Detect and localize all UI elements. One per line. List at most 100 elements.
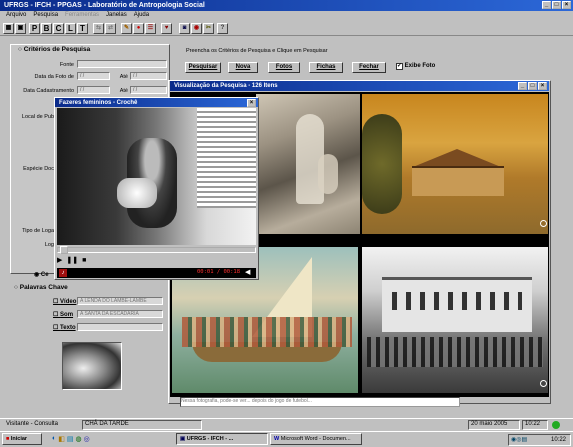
toolbar-tool-icon[interactable]: ✂ bbox=[203, 23, 214, 34]
video-seekbar[interactable] bbox=[57, 247, 256, 253]
pause-icon[interactable]: ❚❚ bbox=[66, 256, 78, 265]
toolbar-b-button[interactable]: B bbox=[41, 23, 52, 34]
task-word[interactable]: W Microsoft Word - Documen... bbox=[270, 433, 362, 445]
viewer-close-icon[interactable]: × bbox=[538, 82, 547, 90]
toolbar-disk-icon[interactable]: ◙ bbox=[179, 23, 190, 34]
menu-pesquisa[interactable]: Pesquisa bbox=[33, 12, 58, 21]
toolbar-help-icon[interactable]: ? bbox=[217, 23, 228, 34]
toolbar: ▦ ▣ P B C L T ⇆ ⇄ ✎ ● ☰ ♥ ◙ ◉ ✂ ? bbox=[0, 22, 573, 36]
data-cadastro-from[interactable]: / / bbox=[77, 86, 110, 94]
task-ufrgs[interactable]: ▣ UFRGS - IFCH - ... bbox=[176, 433, 268, 445]
toolbar-record-icon[interactable]: ● bbox=[133, 23, 144, 34]
data-foto-from[interactable]: / / bbox=[77, 72, 110, 80]
stop-icon[interactable]: ■ bbox=[82, 256, 86, 265]
ql-media-icon[interactable]: ◍ bbox=[75, 435, 81, 443]
toolbar-pencil-icon[interactable]: ✎ bbox=[121, 23, 132, 34]
status-current: CHÁ DA TARDE bbox=[82, 420, 202, 430]
street-zoom-icon[interactable] bbox=[540, 380, 547, 387]
toolbar-p-button[interactable]: P bbox=[29, 23, 40, 34]
texto-field[interactable] bbox=[77, 323, 163, 331]
som-checkbox[interactable]: ☐ bbox=[53, 312, 60, 318]
house-body bbox=[412, 166, 504, 196]
bottom-strip: Nessa fotografia, pode-se ver... depois … bbox=[180, 397, 460, 407]
status-green-icon bbox=[552, 421, 560, 429]
fotos-button[interactable]: Fotos bbox=[268, 62, 300, 73]
video-time: 00:01 / 00:18 bbox=[197, 269, 241, 275]
people-shape bbox=[367, 337, 543, 367]
lace-shape bbox=[117, 178, 157, 208]
ql-ie-icon[interactable]: ◐ bbox=[52, 435, 56, 443]
photo-street-scene[interactable] bbox=[362, 247, 548, 393]
video-close-icon[interactable]: × bbox=[247, 99, 256, 107]
toolbar-c-button[interactable]: C bbox=[53, 23, 64, 34]
ql-outlook-icon[interactable]: ◧ bbox=[58, 435, 65, 443]
photo-house-painting[interactable] bbox=[362, 94, 548, 234]
toolbar-grid-icon[interactable]: ▦ bbox=[3, 23, 14, 34]
ql-help-icon[interactable]: ◎ bbox=[84, 435, 90, 443]
video-seek-thumb[interactable] bbox=[60, 246, 68, 254]
status-date: 20 maio 2005 bbox=[468, 420, 520, 430]
video-controls: ▶ ❚❚ ■ bbox=[57, 256, 256, 265]
taskbar: ■ Iniciar ◐ ◧ ▤ ◍ ◎ ▣ UFRGS - IFCH - ...… bbox=[0, 431, 573, 447]
menu-bar: Arquivo Pesquisa Ferramentas Janelas Aju… bbox=[6, 12, 156, 21]
play-icon[interactable]: ▶ bbox=[57, 256, 62, 265]
close-icon[interactable]: × bbox=[562, 1, 571, 9]
viewer-title: Visualização da Pesquisa - 126 Itens bbox=[174, 83, 278, 89]
status-bar: Visitante - Consulta CHÁ DA TARDE 20 mai… bbox=[0, 418, 573, 430]
start-button[interactable]: ■ Iniciar bbox=[2, 433, 42, 445]
data-cadastro-to[interactable]: / / bbox=[130, 86, 167, 94]
toolbar-l-button[interactable]: L bbox=[65, 23, 76, 34]
video-status-bar: ♪ 00:01 / 00:18 ◀ bbox=[57, 268, 256, 278]
viewer-maximize-icon[interactable]: □ bbox=[528, 82, 537, 90]
video-audio-icon[interactable]: ♪ bbox=[59, 269, 67, 277]
child-shape bbox=[318, 154, 338, 194]
tipo-label: Tipo de Loga bbox=[22, 228, 54, 234]
status-time: 10:22 bbox=[522, 420, 548, 430]
volume-icon[interactable]: ◀ bbox=[245, 268, 250, 276]
menu-arquivo[interactable]: Arquivo bbox=[6, 12, 26, 21]
tray-icons[interactable]: ◉◎▤ bbox=[511, 436, 527, 443]
task-ufrgs-icon: ▣ bbox=[180, 436, 186, 442]
toolbar-list-icon[interactable]: ☰ bbox=[145, 23, 156, 34]
toolbar-film-icon[interactable]: ▣ bbox=[15, 23, 26, 34]
exibe-foto-checkbox[interactable]: ✓ bbox=[396, 63, 403, 70]
ql-desktop-icon[interactable]: ▤ bbox=[67, 435, 74, 443]
fechar-button[interactable]: Fechar bbox=[352, 62, 386, 73]
photo-mother-child[interactable] bbox=[256, 94, 360, 234]
especie-label: Espécie Doc bbox=[23, 166, 54, 172]
menu-ferramentas[interactable]: Ferramentas bbox=[65, 12, 99, 21]
bottom-strip-text: Nessa fotografia, pode-se ver... depois … bbox=[181, 398, 312, 404]
ate-label-1: Até bbox=[119, 74, 128, 80]
thumbnail-photo[interactable] bbox=[62, 342, 122, 390]
toolbar-globe-icon[interactable]: ◉ bbox=[191, 23, 202, 34]
toolbar-nav-icon[interactable]: ⇆ bbox=[93, 23, 104, 34]
data-foto-to[interactable]: / / bbox=[130, 72, 167, 80]
ate-label-2: Até bbox=[119, 88, 128, 94]
toolbar-t-button[interactable]: T bbox=[77, 23, 88, 34]
maximize-icon[interactable]: □ bbox=[552, 1, 561, 9]
minimize-icon[interactable]: _ bbox=[542, 1, 551, 9]
pesquisar-button[interactable]: Pesquisar bbox=[185, 62, 221, 73]
texto-label: ☐ Texto bbox=[53, 325, 76, 331]
exibe-foto-toggle[interactable]: ✓ Exibe Foto bbox=[396, 63, 435, 70]
tray-clock: 10:22 bbox=[551, 437, 567, 443]
window-blinds bbox=[197, 108, 256, 208]
quicklaunch: ◐ ◧ ▤ ◍ ◎ bbox=[52, 435, 90, 443]
toolbar-heart-icon[interactable]: ♥ bbox=[161, 23, 172, 34]
menu-ajuda[interactable]: Ajuda bbox=[134, 12, 149, 21]
som-field[interactable]: A SANTA DA ESCADARIA bbox=[77, 310, 163, 318]
ce-radio[interactable]: ◉ Ce bbox=[34, 271, 49, 278]
texto-checkbox[interactable]: ☐ bbox=[53, 325, 60, 331]
fichas-button[interactable]: Fichas bbox=[309, 62, 343, 73]
video-field[interactable]: A LENDA DO LAMBE-LAMBE bbox=[77, 297, 163, 305]
toolbar-nav2-icon[interactable]: ⇄ bbox=[105, 23, 116, 34]
house-zoom-icon[interactable] bbox=[540, 220, 547, 227]
video-checkbox[interactable]: ☐ bbox=[53, 299, 60, 305]
video-frame[interactable] bbox=[57, 108, 256, 245]
fonte-select[interactable] bbox=[77, 60, 167, 68]
criteria-header: ○ Critérios de Pesquisa bbox=[18, 46, 91, 53]
nova-button[interactable]: Nova bbox=[228, 62, 258, 73]
viewer-minimize-icon[interactable]: _ bbox=[518, 82, 527, 90]
fonte-label: Fonte bbox=[59, 62, 74, 68]
menu-janelas[interactable]: Janelas bbox=[106, 12, 127, 21]
